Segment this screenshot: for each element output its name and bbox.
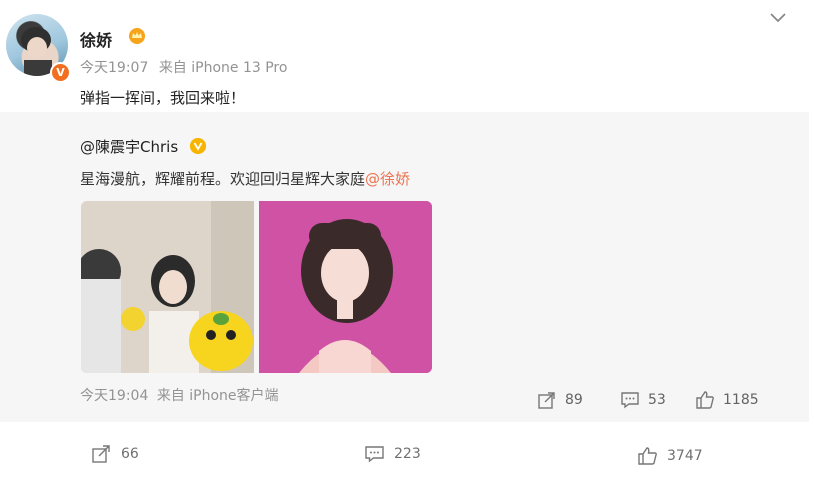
repost-forward-button[interactable]: 89 [537, 390, 583, 410]
thumbs-up-icon [638, 447, 657, 465]
repost-mention[interactable]: @徐娇 [365, 170, 410, 188]
forward-count: 66 [121, 446, 139, 462]
like-count: 3747 [667, 448, 703, 464]
comment-icon [621, 392, 639, 409]
like-button[interactable]: 3747 [637, 446, 703, 466]
verified-gold-icon [190, 138, 206, 154]
forward-button[interactable]: 66 [91, 444, 139, 464]
username[interactable]: 徐娇 [80, 27, 112, 51]
comment-button[interactable]: 223 [364, 444, 421, 464]
post-meta: 今天19:07 来自 iPhone 13 Pro [80, 57, 287, 77]
repost-text-main: 星海漫航，辉耀前程。欢迎回归星辉大家庭 [80, 170, 366, 188]
repost-forward-count: 89 [565, 392, 583, 408]
repost-text: 星海漫航，辉耀前程。欢迎回归星辉大家庭@徐娇 [80, 168, 410, 189]
repost-time[interactable]: 今天19:04 [80, 388, 148, 404]
verified-badge-icon: V [50, 62, 71, 83]
forward-icon [92, 445, 110, 463]
repost-like-button[interactable]: 1185 [695, 390, 759, 410]
post-time[interactable]: 今天19:07 [80, 60, 148, 76]
thumbs-up-icon [696, 391, 714, 409]
repost-source: 来自 iPhone客户端 [156, 388, 279, 404]
repost-comment-count: 53 [648, 392, 666, 408]
repost-meta: 今天19:04 来自 iPhone客户端 [80, 385, 279, 405]
repost-like-count: 1185 [723, 392, 759, 408]
repost-author[interactable]: @陳震宇Chris [80, 136, 178, 157]
repost-photo-2[interactable] [259, 201, 432, 373]
repost-photo-1[interactable] [81, 201, 254, 373]
chevron-down-icon[interactable] [769, 10, 787, 24]
comment-count: 223 [394, 446, 421, 462]
repost-comment-button[interactable]: 53 [620, 390, 666, 410]
forward-icon [538, 392, 555, 409]
post-content: 弹指一挥间，我回来啦！ [80, 89, 246, 107]
comment-icon [365, 446, 384, 463]
crown-badge-icon[interactable] [128, 27, 146, 45]
post-source: 来自 iPhone 13 Pro [158, 60, 288, 76]
